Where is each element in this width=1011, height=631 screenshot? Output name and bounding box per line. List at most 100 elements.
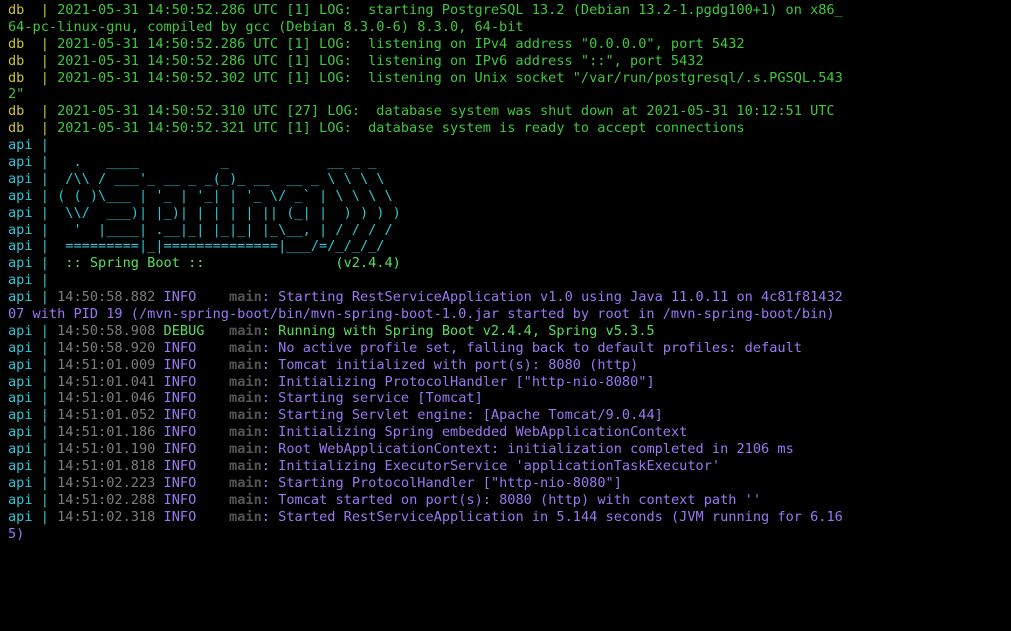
- log-line: api | 14:51:01.009 INFO main: Tomcat ini…: [8, 356, 639, 373]
- log-level: DEBUG: [163, 322, 205, 339]
- service-name: api: [8, 322, 33, 339]
- service-separator: |: [32, 187, 58, 204]
- log-line: 2": [8, 86, 1005, 103]
- log-line: api | 14:51:02.223 INFO main: Starting P…: [8, 474, 622, 491]
- log-message: Initializing ProtocolHandler ["http-nio-…: [278, 373, 655, 390]
- service-separator: |: [32, 221, 58, 238]
- log-timestamp: 14:51:02.318: [57, 508, 156, 525]
- service-separator: |: [32, 322, 58, 339]
- log-timestamp: 14:51:02.288: [57, 491, 156, 508]
- log-level-padding: [196, 289, 212, 305]
- service-name: db: [8, 120, 25, 137]
- log-thread: main: [229, 491, 262, 508]
- log-line: db | 2021-05-31 14:50:52.286 UTC [1] LOG…: [8, 36, 1005, 53]
- log-timestamp: 14:51:01.046: [57, 390, 156, 407]
- log-message: Started RestServiceApplication in 5.144 …: [278, 508, 843, 525]
- log-level: INFO: [163, 508, 197, 525]
- service-name: api: [8, 424, 33, 441]
- service-separator: |: [24, 120, 58, 137]
- log-message: Starting RestServiceApplication v1.0 usi…: [278, 289, 843, 306]
- service-separator: |: [32, 390, 58, 407]
- log-thread: main: [229, 356, 262, 373]
- terminal-window[interactable]: db | 2021-05-31 14:50:52.286 UTC [1] LOG…: [0, 0, 1011, 631]
- log-thread: main: [229, 339, 262, 356]
- log-message: Running with Spring Boot v2.4.4, Spring …: [278, 322, 655, 339]
- log-line: api | /\\ / ___'_ __ _ _(_)_ __ __ _ \ \…: [8, 171, 1005, 188]
- log-level: INFO: [163, 458, 197, 475]
- log-message: Initializing Spring embedded WebApplicat…: [278, 424, 688, 441]
- log-level: INFO: [163, 474, 197, 491]
- service-name: api: [8, 458, 33, 475]
- service-name: db: [8, 52, 25, 69]
- log-line: api | ' |____| .__|_| |_|_| |_\__, | / /…: [8, 222, 1005, 239]
- log-level: INFO: [163, 424, 197, 441]
- log-message: Tomcat started on port(s): 8080 (http) w…: [278, 491, 762, 508]
- log-line: api | 14:51:01.046 INFO main: Starting s…: [8, 390, 483, 407]
- log-level: INFO: [163, 289, 197, 306]
- service-name: api: [8, 339, 33, 356]
- service-name: api: [8, 154, 33, 171]
- log-message: Initializing ExecutorService 'applicatio…: [278, 458, 721, 475]
- service-separator: |: [24, 52, 58, 69]
- log-line: db | 2021-05-31 14:50:52.310 UTC [27] LO…: [8, 103, 1005, 120]
- spring-banner-line: ' |____| .__|_| |_|_| |_\__, | / / / /: [57, 221, 393, 238]
- log-line: api | 14:51:02.318 INFO main: Started Re…: [8, 508, 843, 525]
- log-level: INFO: [163, 373, 197, 390]
- service-separator: |: [32, 407, 58, 424]
- service-name: db: [8, 35, 25, 52]
- service-separator: |: [32, 474, 58, 491]
- service-name: api: [8, 289, 33, 306]
- log-level-padding: [196, 458, 212, 474]
- log-timestamp: 14:51:01.009: [57, 356, 156, 373]
- service-separator: |: [32, 373, 58, 390]
- log-message: 2021-05-31 14:50:52.310 UTC [27] LOG: da…: [57, 103, 835, 120]
- log-level-padding: [196, 424, 212, 440]
- log-thread: main: [229, 289, 262, 306]
- log-line: 07 with PID 19 (/mvn-spring-boot/bin/mvn…: [8, 306, 1005, 323]
- log-line: api | 14:51:01.052 INFO main: Starting S…: [8, 407, 663, 424]
- service-name: db: [8, 103, 25, 120]
- service-name: api: [8, 204, 33, 221]
- log-level-padding: [196, 509, 212, 525]
- log-line: api | \\/ ___)| |_)| | | | | || (_| | ) …: [8, 205, 1005, 222]
- log-message: 2021-05-31 14:50:52.321 UTC [1] LOG: dat…: [57, 120, 745, 137]
- log-line: db | 2021-05-31 14:50:52.286 UTC [1] LOG…: [8, 53, 1005, 70]
- spring-banner-line: =========|_|==============|___/=/_/_/_/: [57, 238, 385, 255]
- service-separator: |: [32, 424, 58, 441]
- log-message-wrap: 2": [8, 86, 25, 103]
- log-message: Root WebApplicationContext: initializati…: [278, 441, 794, 458]
- log-message: 2021-05-31 14:50:52.302 UTC [1] LOG: lis…: [57, 69, 843, 86]
- log-timestamp: 14:50:58.908: [57, 322, 156, 339]
- service-name: api: [8, 137, 33, 154]
- log-message-wrap: 5): [8, 525, 25, 542]
- log-line: api |: [8, 272, 1005, 289]
- log-message-wrap: 07 with PID 19 (/mvn-spring-boot/bin/mvn…: [8, 306, 835, 323]
- service-separator: |: [32, 441, 58, 458]
- service-name: api: [8, 170, 33, 187]
- service-separator: |: [24, 69, 58, 86]
- log-thread: main: [229, 441, 262, 458]
- log-level-padding: [204, 323, 212, 339]
- service-separator: |: [32, 204, 58, 221]
- spring-banner-line: ( ( )\___ | '_ | '_| | '_ \/ _` | \ \ \ …: [57, 187, 393, 204]
- service-separator: |: [32, 508, 58, 525]
- log-timestamp: 14:51:01.190: [57, 441, 156, 458]
- log-line: api | 14:51:01.190 INFO main: Root WebAp…: [8, 441, 794, 458]
- log-thread: main: [229, 508, 262, 525]
- log-message: No active profile set, falling back to d…: [278, 339, 802, 356]
- log-line: api | 14:50:58.920 INFO main: No active …: [8, 339, 802, 356]
- log-timestamp: 14:51:02.223: [57, 474, 156, 491]
- service-name: api: [8, 272, 33, 289]
- log-thread: main: [229, 424, 262, 441]
- service-separator: |: [24, 103, 58, 120]
- log-line: api | :: Spring Boot :: (v2.4.4): [8, 255, 1005, 272]
- log-line: api | =========|_|==============|___/=/_…: [8, 238, 1005, 255]
- log-timestamp: 14:51:01.052: [57, 407, 156, 424]
- service-name: api: [8, 390, 33, 407]
- log-message-wrap: 64-pc-linux-gnu, compiled by gcc (Debian…: [8, 18, 524, 35]
- spring-boot-version-label: :: Spring Boot :: (v2.4.4): [57, 255, 401, 272]
- service-name: api: [8, 187, 33, 204]
- log-level-padding: [196, 357, 212, 373]
- service-name: api: [8, 491, 33, 508]
- log-thread: main: [229, 373, 262, 390]
